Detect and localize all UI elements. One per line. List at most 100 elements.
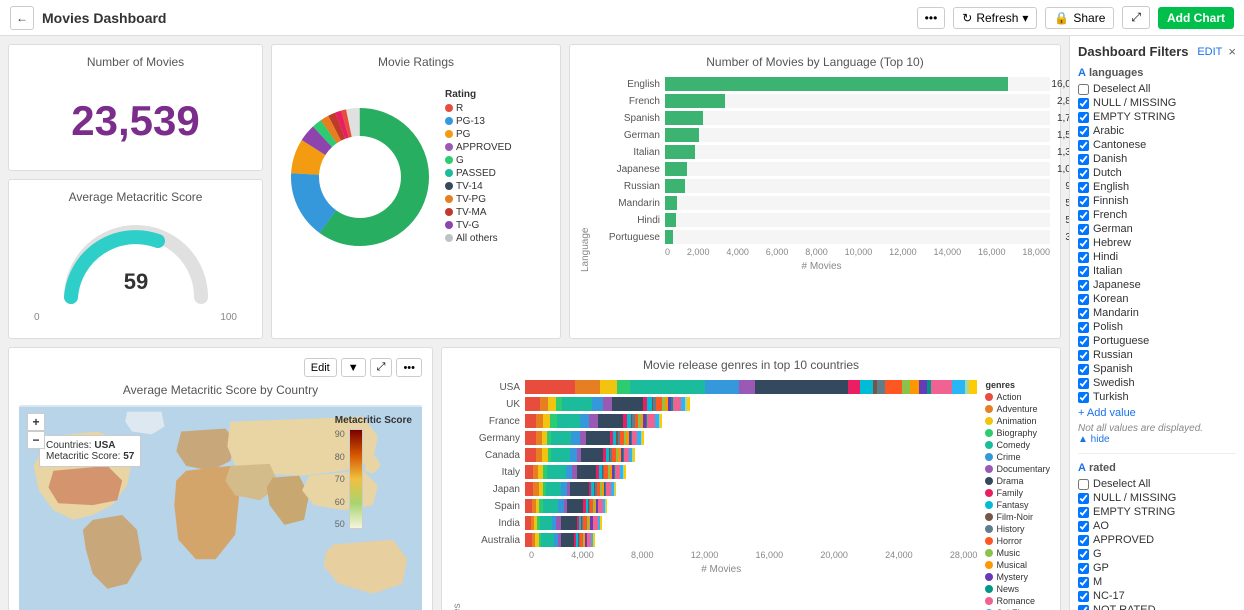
sidebar-edit-button[interactable]: EDIT xyxy=(1197,46,1222,58)
expand-button[interactable]: ⤢ xyxy=(1122,6,1150,29)
language-filter-item[interactable]: Deselect All xyxy=(1078,83,1236,95)
language-filter-checkbox[interactable] xyxy=(1078,392,1089,403)
sidebar-close-button[interactable]: × xyxy=(1228,44,1236,59)
hide-link[interactable]: ▲ hide xyxy=(1078,434,1236,445)
language-filter-item[interactable]: Portuguese xyxy=(1078,335,1236,347)
more-options-button[interactable]: ••• xyxy=(917,7,946,29)
genre-segment xyxy=(557,414,581,428)
genres-chart-area: countries USA UK France Germany Canada I… xyxy=(452,380,1050,610)
genre-segment xyxy=(525,465,533,479)
language-filter-item[interactable]: Finnish xyxy=(1078,195,1236,207)
language-filter-checkbox[interactable] xyxy=(1078,98,1089,109)
language-filter-checkbox[interactable] xyxy=(1078,168,1089,179)
language-filter-item[interactable]: EMPTY STRING xyxy=(1078,111,1236,123)
genre-segment xyxy=(540,397,548,411)
language-filter-item[interactable]: Spanish xyxy=(1078,363,1236,375)
language-bar-fill xyxy=(665,179,685,193)
rated-filter-item[interactable]: EMPTY STRING xyxy=(1078,506,1236,518)
map-title: Average Metacritic Score by Country xyxy=(19,383,422,397)
add-chart-button[interactable]: Add Chart xyxy=(1158,7,1234,29)
language-filter-checkbox[interactable] xyxy=(1078,266,1089,277)
language-filter-checkbox[interactable] xyxy=(1078,364,1089,375)
language-filter-checkbox[interactable] xyxy=(1078,140,1089,151)
share-button[interactable]: 🔒 Share xyxy=(1045,7,1114,29)
language-filter-item[interactable]: German xyxy=(1078,223,1236,235)
map-edit-button[interactable]: Edit xyxy=(304,358,337,377)
language-filter-item[interactable]: Danish xyxy=(1078,153,1236,165)
rated-filter-item[interactable]: NOT RATED xyxy=(1078,604,1236,610)
language-filter-item[interactable]: Russian xyxy=(1078,349,1236,361)
language-filter-checkbox[interactable] xyxy=(1078,154,1089,165)
language-filter-item[interactable]: Hindi xyxy=(1078,251,1236,263)
language-x-label: # Movies xyxy=(593,261,1050,272)
rated-filter-checkbox[interactable] xyxy=(1078,479,1089,490)
rated-filter-checkbox[interactable] xyxy=(1078,493,1089,504)
language-filter-checkbox[interactable] xyxy=(1078,322,1089,333)
language-filter-checkbox[interactable] xyxy=(1078,196,1089,207)
map-more-button[interactable]: ••• xyxy=(396,358,422,377)
add-language-value[interactable]: + Add value xyxy=(1078,407,1236,419)
rated-filter-checkbox[interactable] xyxy=(1078,535,1089,546)
rated-filter-item[interactable]: G xyxy=(1078,548,1236,560)
language-filter-item[interactable]: Italian xyxy=(1078,265,1236,277)
language-filter-item[interactable]: Swedish xyxy=(1078,377,1236,389)
map-expand-button[interactable]: ⤢ xyxy=(370,358,393,377)
language-filter-checkbox[interactable] xyxy=(1078,238,1089,249)
language-filter-item[interactable]: Korean xyxy=(1078,293,1236,305)
rated-filter-checkbox[interactable] xyxy=(1078,563,1089,574)
language-filter-item[interactable]: French xyxy=(1078,209,1236,221)
stacked-bar-track xyxy=(525,482,617,496)
language-filter-item[interactable]: Cantonese xyxy=(1078,139,1236,151)
rated-filter-item[interactable]: AO xyxy=(1078,520,1236,532)
language-filter-checkbox[interactable] xyxy=(1078,308,1089,319)
rated-filter-checkbox[interactable] xyxy=(1078,591,1089,602)
refresh-button[interactable]: ↻ Refresh ▾ xyxy=(953,7,1037,29)
genre-segment xyxy=(541,533,553,547)
rated-filter-checkbox[interactable] xyxy=(1078,549,1089,560)
language-filter-checkbox[interactable] xyxy=(1078,336,1089,347)
rated-filter-checkbox[interactable] xyxy=(1078,521,1089,532)
language-filter-item[interactable]: Dutch xyxy=(1078,167,1236,179)
language-filter-item[interactable]: Polish xyxy=(1078,321,1236,333)
rated-filter-checkbox[interactable] xyxy=(1078,507,1089,518)
zoom-out-button[interactable]: − xyxy=(27,431,45,449)
language-filter-checkbox[interactable] xyxy=(1078,252,1089,263)
language-filter-checkbox[interactable] xyxy=(1078,224,1089,235)
rated-filter-checkbox[interactable] xyxy=(1078,577,1089,588)
dashboard-area: Number of Movies 23,539 Average Metacrit… xyxy=(0,36,1069,610)
language-filter-checkbox[interactable] xyxy=(1078,112,1089,123)
language-chart-axes: Language English 16,056 French 2,800 Spa… xyxy=(580,77,1050,272)
zoom-in-button[interactable]: + xyxy=(27,413,45,431)
rated-filter-item[interactable]: APPROVED xyxy=(1078,534,1236,546)
language-filter-item[interactable]: English xyxy=(1078,181,1236,193)
genre-segment xyxy=(562,397,593,411)
rated-filter-item[interactable]: M xyxy=(1078,576,1236,588)
language-filter-item[interactable]: Arabic xyxy=(1078,125,1236,137)
language-filter-checkbox[interactable] xyxy=(1078,294,1089,305)
back-button[interactable]: ← xyxy=(10,6,34,30)
language-bar-row: English 16,056 xyxy=(593,77,1050,91)
genre-legend-item: Crime xyxy=(985,452,1050,462)
language-filter-item[interactable]: Hebrew xyxy=(1078,237,1236,249)
language-filter-checkbox[interactable] xyxy=(1078,182,1089,193)
language-filter-item[interactable]: Mandarin xyxy=(1078,307,1236,319)
rated-filter-item[interactable]: Deselect All xyxy=(1078,478,1236,490)
rated-filter-item[interactable]: NC-17 xyxy=(1078,590,1236,602)
language-filter-checkbox[interactable] xyxy=(1078,210,1089,221)
language-filter-checkbox[interactable] xyxy=(1078,378,1089,389)
rated-filter-checkbox[interactable] xyxy=(1078,605,1089,610)
genre-segment xyxy=(525,482,533,496)
language-filter-checkbox[interactable] xyxy=(1078,280,1089,291)
language-filter-item[interactable]: Turkish xyxy=(1078,391,1236,403)
language-filter-checkbox[interactable] xyxy=(1078,126,1089,137)
rated-filter-item[interactable]: NULL / MISSING xyxy=(1078,492,1236,504)
language-filter-checkbox[interactable] xyxy=(1078,350,1089,361)
rated-filter-item[interactable]: GP xyxy=(1078,562,1236,574)
language-filter-checkbox[interactable] xyxy=(1078,84,1089,95)
genre-segment xyxy=(543,499,557,513)
x-tick: 16,000 xyxy=(978,247,1006,257)
language-filter-item[interactable]: NULL / MISSING xyxy=(1078,97,1236,109)
map-filter-button[interactable]: ▼ xyxy=(341,358,366,377)
legend-tvg: TV-G xyxy=(445,220,512,231)
language-filter-item[interactable]: Japanese xyxy=(1078,279,1236,291)
